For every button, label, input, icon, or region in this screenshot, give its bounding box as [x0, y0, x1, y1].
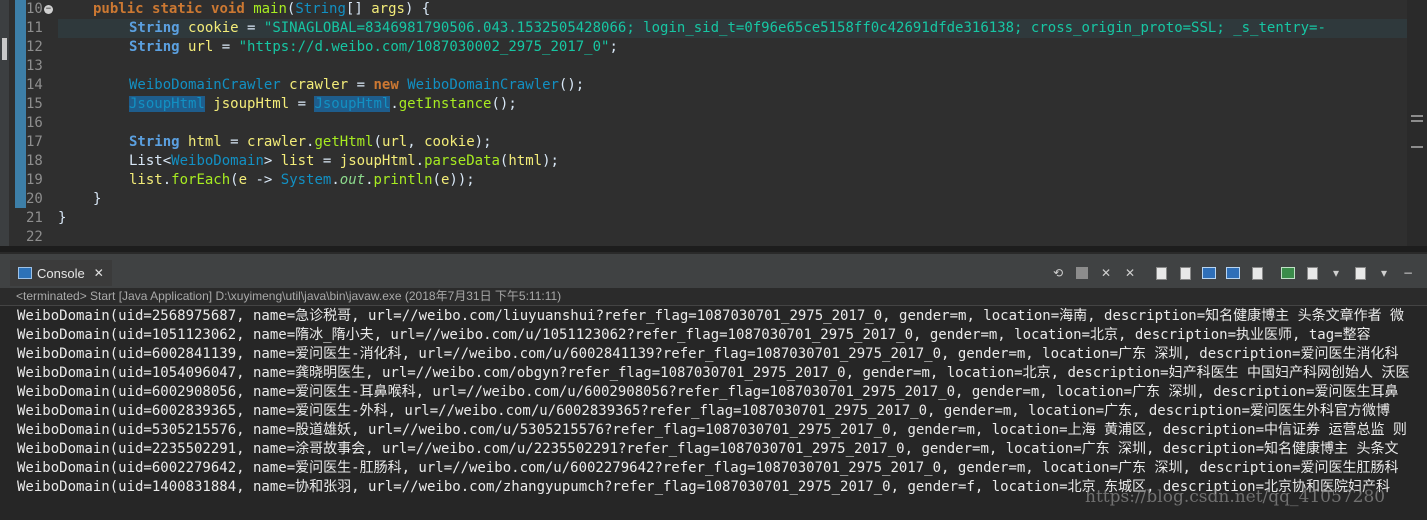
- remove-all-terminated-icon[interactable]: ✕: [1120, 263, 1140, 283]
- editor-left-bar: [0, 0, 9, 252]
- console-line: WeiboDomain(uid=1054096047, name=龚晓明医生, …: [17, 365, 1410, 381]
- overview-tick: [1411, 146, 1423, 148]
- code-line-14: WeiboDomainCrawler crawler = new WeiboDo…: [129, 77, 585, 93]
- console-line: WeiboDomain(uid=6002908056, name=爱问医生-耳鼻…: [17, 384, 1399, 400]
- console-line: WeiboDomain(uid=2568975687, name=急诊税哥, u…: [17, 308, 1405, 324]
- overview-ruler[interactable]: [1407, 0, 1427, 252]
- show-on-stdout-icon[interactable]: [1223, 263, 1243, 283]
- line-number: 16: [26, 115, 43, 131]
- line-number: 20: [26, 191, 43, 207]
- code-line-11: String cookie = "SINAGLOBAL=834698179050…: [129, 20, 1326, 36]
- word-wrap-icon[interactable]: [1199, 263, 1219, 283]
- line-number: 10: [26, 1, 43, 17]
- line-number: 19: [26, 172, 43, 188]
- console-status-bar: <terminated> Start [Java Application] D:…: [0, 288, 1427, 305]
- change-ruler: [15, 0, 26, 208]
- console-line: WeiboDomain(uid=6002279642, name=爱问医生-肛肠…: [17, 460, 1399, 476]
- console-icon: [18, 267, 32, 279]
- chevron-down-icon[interactable]: ▾: [1326, 263, 1346, 283]
- console-line: WeiboDomain(uid=1051123062, name=隋冰_隋小夫,…: [17, 327, 1371, 343]
- line-number: 12: [26, 39, 43, 55]
- code-area[interactable]: public static void main(String[] args) {…: [58, 0, 1407, 252]
- line-number: 15: [26, 96, 43, 112]
- code-line-19: list.forEach(e -> System.out.println(e))…: [129, 172, 475, 188]
- console-header: Console ✕ ⟲ ✕ ✕ ▾ ▾ − □: [0, 252, 1427, 290]
- line-number: 14: [26, 77, 43, 93]
- clear-console-icon[interactable]: [1151, 263, 1171, 283]
- restart-icon[interactable]: ⟲: [1048, 263, 1068, 283]
- code-line-18: List<WeiboDomain> list = jsoupHtml.parse…: [129, 153, 559, 169]
- code-line-20: }: [93, 191, 102, 207]
- line-number: 17: [26, 134, 43, 150]
- line-number: 22: [26, 229, 43, 245]
- pin-console-icon[interactable]: [1278, 263, 1298, 283]
- console-line: WeiboDomain(uid=6002841139, name=爱问医生-消化…: [17, 346, 1399, 362]
- fold-collapse-icon[interactable]: −: [44, 5, 53, 14]
- console-line: WeiboDomain(uid=6002839365, name=爱问医生-外科…: [17, 403, 1391, 419]
- display-selected-console-icon[interactable]: [1302, 263, 1322, 283]
- occurrence-highlight: JsoupHtml: [129, 96, 205, 112]
- line-number: 11: [26, 20, 43, 36]
- tab-console[interactable]: Console ✕: [10, 260, 112, 286]
- code-editor[interactable]: 10 − 11 12 13 14 15 16 17 18 19 20 21 22…: [0, 0, 1427, 252]
- code-line-10: public static void main(String[] args) {: [93, 1, 431, 17]
- terminate-icon[interactable]: [1072, 263, 1092, 283]
- remove-launch-icon[interactable]: ✕: [1096, 263, 1116, 283]
- code-line-17: String html = crawler.getHtml(url, cooki…: [129, 134, 492, 150]
- chevron-down-icon[interactable]: ▾: [1374, 263, 1394, 283]
- close-icon[interactable]: ✕: [94, 266, 104, 280]
- code-line-21: }: [58, 210, 67, 226]
- process-status-text: <terminated> Start [Java Application] D:…: [16, 289, 562, 303]
- console-toolbar: ⟲ ✕ ✕ ▾ ▾ − □: [1048, 262, 1427, 284]
- overview-marker: [2, 38, 7, 60]
- watermark: https://blog.csdn.net/qq_41057280: [1085, 487, 1386, 507]
- overview-tick: [1411, 115, 1423, 117]
- open-console-icon[interactable]: [1350, 263, 1370, 283]
- line-number: 18: [26, 153, 43, 169]
- code-line-12: String url = "https://d.weibo.com/108703…: [129, 39, 618, 55]
- console-line: WeiboDomain(uid=2235502291, name=涂哥故事会, …: [17, 441, 1399, 457]
- console-line: WeiboDomain(uid=5305215576, name=股道雄妖, u…: [17, 422, 1407, 438]
- show-on-stderr-icon[interactable]: [1247, 263, 1267, 283]
- console-tab-label: Console: [37, 265, 85, 281]
- line-number: 13: [26, 58, 43, 74]
- line-number: 21: [26, 210, 43, 226]
- code-line-15: JsoupHtml jsoupHtml = JsoupHtml.getInsta…: [129, 96, 517, 112]
- minimize-icon[interactable]: −: [1398, 263, 1418, 283]
- occurrence-highlight: JsoupHtml: [314, 96, 391, 112]
- maximize-icon[interactable]: □: [1422, 263, 1427, 283]
- overview-tick: [1411, 120, 1423, 122]
- scroll-lock-icon[interactable]: [1175, 263, 1195, 283]
